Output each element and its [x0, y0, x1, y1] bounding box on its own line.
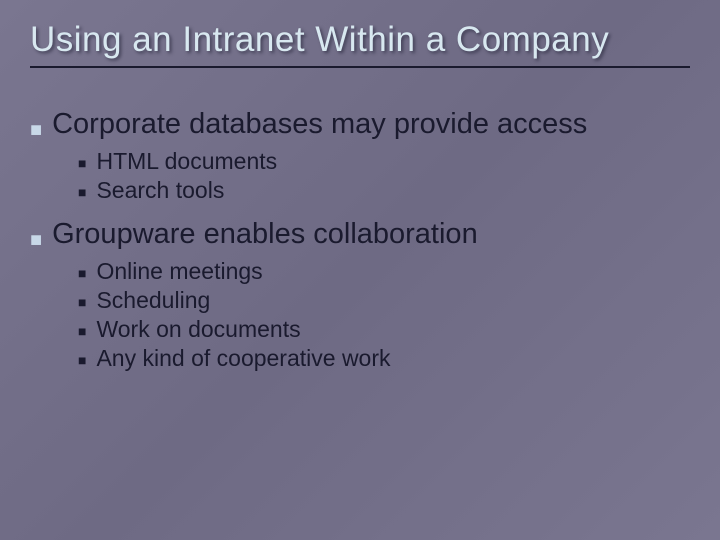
bullet-level-2: ■ Scheduling [78, 287, 690, 314]
bullet-marker-icon: ■ [78, 264, 86, 284]
bullet-marker-icon: ■ [78, 183, 86, 203]
bullet-text: Work on documents [96, 316, 300, 343]
main-bullet-list: ■ Corporate databases may provide access… [30, 108, 690, 372]
bullet-text: Corporate databases may provide access [52, 108, 587, 141]
bullet-marker-icon: ■ [30, 116, 42, 144]
title-underline [30, 66, 690, 68]
bullet-level-2: ■ Work on documents [78, 316, 690, 343]
bullet-level-2: ■ Any kind of cooperative work [78, 345, 690, 372]
bullet-marker-icon: ■ [78, 293, 86, 313]
bullet-text: Any kind of cooperative work [96, 345, 390, 372]
bullet-text: HTML documents [96, 148, 277, 175]
bullet-marker-icon: ■ [78, 322, 86, 342]
bullet-level-1: ■ Corporate databases may provide access [30, 108, 690, 144]
bullet-text: Scheduling [96, 287, 210, 314]
bullet-marker-icon: ■ [78, 351, 86, 371]
slide-title: Using an Intranet Within a Company [30, 20, 690, 60]
bullet-level-2: ■ Search tools [78, 177, 690, 204]
bullet-text: Online meetings [96, 258, 262, 285]
sub-bullet-list: ■ Online meetings ■ Scheduling ■ Work on… [30, 258, 690, 372]
bullet-text: Search tools [96, 177, 224, 204]
slide-container: Using an Intranet Within a Company ■ Cor… [0, 0, 720, 540]
bullet-marker-icon: ■ [78, 154, 86, 174]
bullet-text: Groupware enables collaboration [52, 218, 478, 251]
bullet-level-1: ■ Groupware enables collaboration [30, 218, 690, 254]
sub-bullet-list: ■ HTML documents ■ Search tools [30, 148, 690, 204]
bullet-marker-icon: ■ [30, 226, 42, 254]
bullet-level-2: ■ HTML documents [78, 148, 690, 175]
bullet-level-2: ■ Online meetings [78, 258, 690, 285]
